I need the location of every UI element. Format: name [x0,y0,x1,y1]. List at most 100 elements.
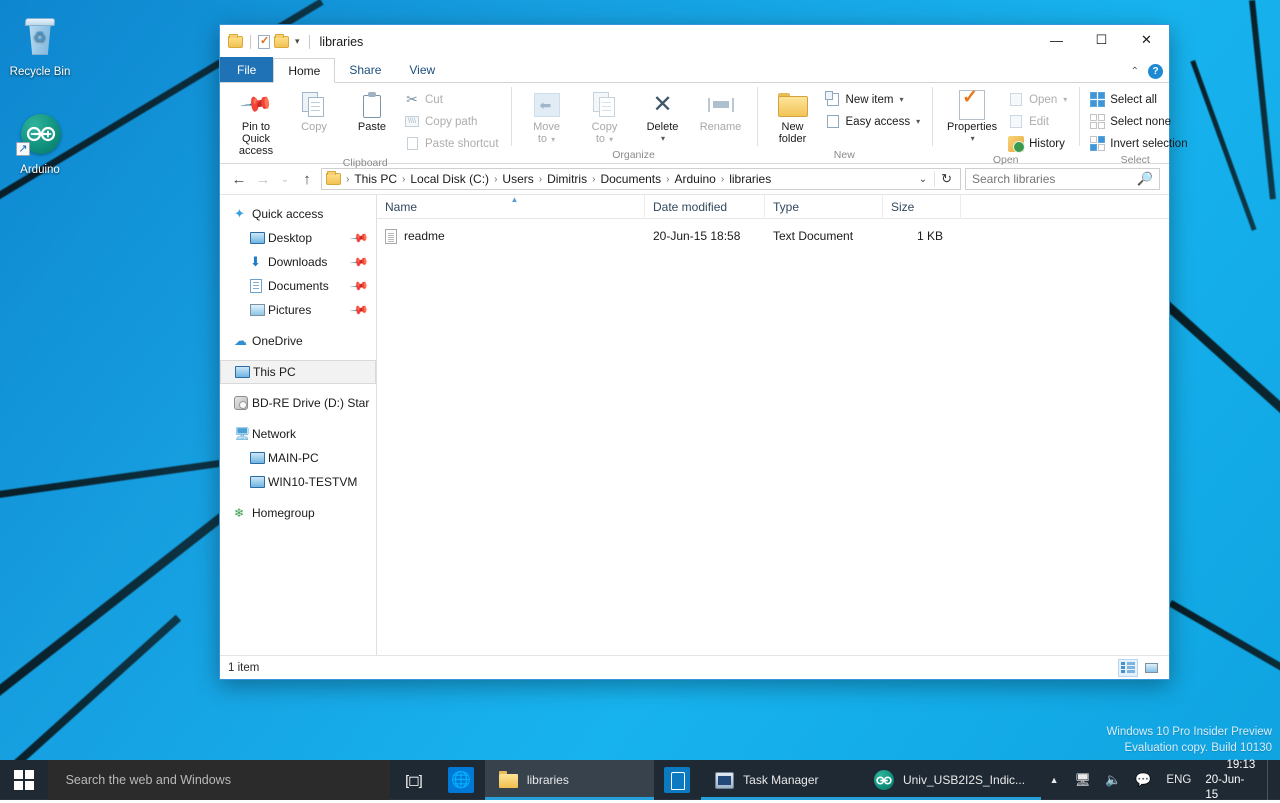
easy-access-button[interactable]: Easy access ▾ [822,111,926,132]
taskbar-store-button[interactable] [654,760,702,800]
delete-button[interactable]: ✕ Delete ▾ [634,86,692,145]
copy-to-button[interactable]: Copy to ▾ [576,86,634,146]
taskbar-app-task-manager[interactable]: Task Manager [701,760,860,800]
delete-dropdown-icon[interactable]: ▾ [661,133,665,145]
column-header-size[interactable]: Size [883,195,961,219]
sidebar-item-pictures[interactable]: Pictures 📌 [220,298,376,322]
column-header-type[interactable]: Type [765,195,883,219]
rename-button[interactable]: Rename [692,86,750,133]
paste-button[interactable]: Paste [343,86,401,133]
invert-selection-button[interactable]: Invert selection [1086,133,1192,154]
show-desktop-button[interactable] [1267,760,1274,800]
volume-tray-icon[interactable]: 🔈 [1098,760,1128,800]
ribbon[interactable]: 📌 Pin to Quick access Copy Paste [220,83,1169,164]
folder-icon[interactable] [228,36,243,48]
recent-locations-button[interactable]: ⌄ [277,169,293,189]
new-item-dropdown-icon[interactable]: ▾ [899,95,903,104]
breadcrumb-item-local-disk[interactable]: Local Disk (C:) [406,170,493,189]
sidebar-item-this-pc[interactable]: This PC [220,360,376,384]
help-icon[interactable]: ? [1148,64,1163,79]
move-to-button[interactable]: ⬅ Move to ▾ [518,86,576,146]
refresh-icon[interactable]: ↻ [934,171,958,187]
language-indicator[interactable]: ENG [1158,760,1199,800]
copy-button[interactable]: Copy [285,86,343,133]
task-view-button[interactable]: [◻] [390,760,438,800]
select-all-button[interactable]: Select all [1086,89,1192,110]
copy-path-button[interactable]: \\\\ Copy path [401,111,504,132]
ribbon-right-controls[interactable]: ⌃ ? [1131,64,1163,79]
desktop-icon-recycle-bin[interactable]: ♻ Recycle Bin [2,14,78,79]
taskbar-app-arduino-sketch[interactable]: Univ_USB2I2S_Indic... [860,760,1041,800]
new-folder-icon[interactable] [274,36,289,48]
easy-access-dropdown-icon[interactable]: ▾ [916,117,920,126]
pin-to-quick-access-button[interactable]: 📌 Pin to Quick access [227,86,285,157]
window-controls[interactable]: — ☐ ✕ [1034,25,1169,55]
sidebar-item-onedrive[interactable]: ☁ OneDrive [220,329,376,353]
show-hidden-icons-button[interactable]: ▲ [1041,760,1068,800]
pin-icon[interactable]: 📌 [349,300,369,320]
column-headers[interactable]: ▲ Name Date modified Type Size [377,195,1169,219]
quick-access-toolbar[interactable]: ▾ [220,35,313,49]
sidebar-item-downloads[interactable]: ⬇ Downloads 📌 [220,250,376,274]
new-item-button[interactable]: New item ▾ [822,89,926,110]
open-dropdown-icon[interactable]: ▾ [1063,95,1067,104]
customize-quick-access-chevron-icon[interactable]: ▾ [293,36,302,47]
properties-button[interactable]: ✓ Properties ▾ [939,86,1005,145]
navigation-pane[interactable]: ✦ Quick access Desktop 📌 ⬇ Downloads 📌 D… [220,195,377,655]
sidebar-item-documents[interactable]: Documents 📌 [220,274,376,298]
thumbnails-view-button[interactable] [1141,659,1161,677]
breadcrumb-item-dimitris[interactable]: Dimitris [543,170,591,189]
sidebar-item-network[interactable]: 🖥 Network [220,422,376,446]
breadcrumb-item-documents[interactable]: Documents [596,170,665,189]
view-buttons[interactable] [1118,659,1161,677]
tab-file[interactable]: File [220,57,273,82]
column-header-date-modified[interactable]: Date modified [645,195,765,219]
pin-icon[interactable]: 📌 [349,252,369,272]
tab-share[interactable]: Share [335,57,395,82]
tab-view[interactable]: View [395,57,449,82]
sidebar-item-desktop[interactable]: Desktop 📌 [220,226,376,250]
forward-button[interactable]: → [253,169,273,189]
table-row[interactable]: readme 20-Jun-15 18:58 Text Document 1 K… [377,225,1169,247]
sidebar-item-homegroup[interactable]: ❄ Homegroup [220,501,376,525]
address-dropdown-icon[interactable]: ⌄ [912,174,934,185]
sidebar-item-quick-access[interactable]: ✦ Quick access [220,202,376,226]
taskbar-search-input[interactable]: Search the web and Windows [48,760,390,800]
properties-dropdown-icon[interactable]: ▾ [971,133,975,145]
window-titlebar[interactable]: ▾ libraries — ☐ ✕ [220,25,1169,58]
file-explorer-window[interactable]: ▾ libraries — ☐ ✕ File Home Share View ⌃… [219,24,1170,680]
breadcrumb-item-users[interactable]: Users [498,170,537,189]
column-header-name[interactable]: ▲ Name [377,195,645,219]
action-center-icon[interactable]: 💬 [1128,760,1158,800]
open-button[interactable]: Open ▾ [1005,89,1072,110]
start-button[interactable] [0,760,48,800]
breadcrumb-item-libraries[interactable]: libraries [725,170,775,189]
maximize-button[interactable]: ☐ [1079,25,1124,55]
properties-icon[interactable] [258,35,270,49]
close-button[interactable]: ✕ [1124,25,1169,55]
tab-home[interactable]: Home [273,58,335,83]
breadcrumb-item-this-pc[interactable]: This PC [350,170,401,189]
sidebar-item-win10-testvm[interactable]: WIN10-TESTVM [220,470,376,494]
details-view-button[interactable] [1118,659,1138,677]
pin-icon[interactable]: 📌 [349,228,369,248]
search-input[interactable]: Search libraries 🔍 [965,168,1160,190]
breadcrumb-item-arduino[interactable]: Arduino [670,170,719,189]
system-tray[interactable]: ▲ 🖥 🔈 💬 ENG 19:13 20-Jun-15 [1041,760,1280,800]
paste-shortcut-button[interactable]: Paste shortcut [401,133,504,154]
breadcrumb[interactable]: › This PC › Local Disk (C:) › Users › Di… [321,168,961,190]
history-button[interactable]: History [1005,133,1072,154]
taskbar[interactable]: Search the web and Windows [◻] 🌐 librari… [0,760,1280,800]
taskbar-app-libraries[interactable]: libraries [485,760,654,800]
collapse-ribbon-icon[interactable]: ⌃ [1131,66,1139,77]
sidebar-item-main-pc[interactable]: MAIN-PC [220,446,376,470]
ribbon-tabstrip[interactable]: File Home Share View ⌃ ? [220,58,1169,83]
search-icon[interactable]: 🔍 [1137,171,1153,187]
cut-button[interactable]: ✂ Cut [401,89,504,110]
network-tray-icon[interactable]: 🖥 [1068,760,1099,800]
desktop-icon-arduino[interactable]: ↗ Arduino [2,112,78,177]
minimize-button[interactable]: — [1034,25,1079,55]
sidebar-item-bd-re-drive[interactable]: BD-RE Drive (D:) Star [220,391,376,415]
file-list-pane[interactable]: ▲ Name Date modified Type Size readme [377,195,1169,655]
pin-icon[interactable]: 📌 [349,276,369,296]
